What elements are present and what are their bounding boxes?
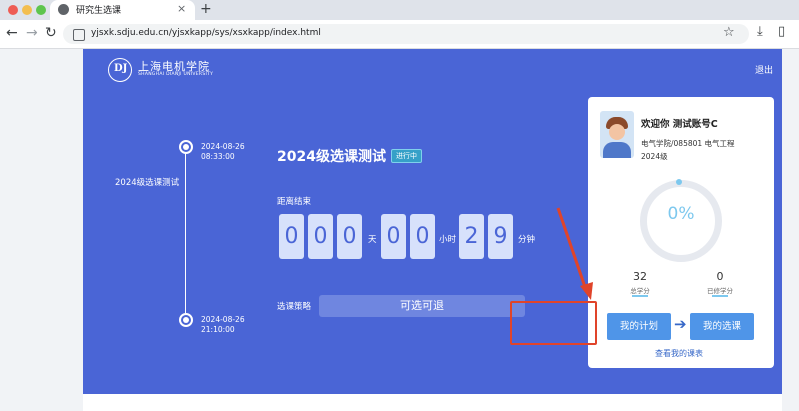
annotation-arrow-head: [580, 282, 593, 300]
annotation-arrow-shaft: [556, 207, 588, 291]
annotation-arrow-icon: [556, 207, 593, 300]
